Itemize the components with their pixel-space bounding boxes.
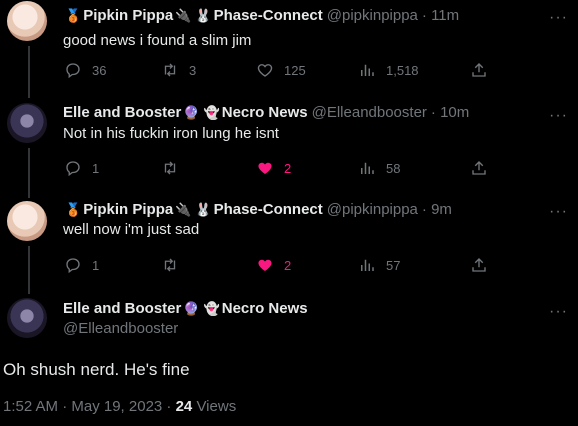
share-button[interactable] <box>470 61 488 84</box>
retweet-button[interactable] <box>161 256 189 274</box>
tweet-time[interactable]: · 9m <box>422 200 452 220</box>
thread-line <box>28 246 30 294</box>
tweet-meta: 1:52 AM · May 19, 2023 · 24 Views <box>3 398 236 415</box>
share-button[interactable] <box>470 159 488 182</box>
views-count: 24 <box>175 398 193 415</box>
retweet-button[interactable]: 3 <box>161 61 196 79</box>
crystal-ball-icon: 🔮 <box>183 105 200 120</box>
views-button[interactable]: 1,518 <box>358 61 419 79</box>
tweet-text: good news i found a slim jim <box>63 32 252 49</box>
author-name[interactable]: Pipkin Pippa <box>83 200 173 220</box>
views-count: 57 <box>386 257 401 273</box>
views-button[interactable]: 58 <box>358 159 400 177</box>
like-count: 2 <box>284 160 292 176</box>
reply-button[interactable]: 1 <box>64 159 99 177</box>
tweet-header: Elle and Booster 🔮 👻 Necro News @Elleand… <box>63 103 469 123</box>
reply-icon <box>66 63 80 79</box>
author-handle[interactable]: @Elleandbooster <box>312 103 427 123</box>
retweet-button[interactable] <box>161 159 189 177</box>
reply-icon <box>66 258 80 274</box>
views-count: 58 <box>386 160 401 176</box>
avatar[interactable] <box>7 201 47 241</box>
tweet-header: 🥉 Pipkin Pippa 🔌 🐰 Phase-Connect @pipkin… <box>63 200 452 220</box>
retweet-icon <box>164 63 176 77</box>
author-handle[interactable]: @Elleandbooster <box>63 320 178 337</box>
like-count: 2 <box>284 257 292 273</box>
crystal-ball-icon: 🔮 <box>183 301 200 316</box>
more-options-button[interactable]: ··· <box>549 304 568 320</box>
author-affiliation[interactable]: Phase-Connect <box>214 200 323 220</box>
retweet-count: 3 <box>189 62 197 78</box>
avatar[interactable] <box>7 298 47 338</box>
views-button[interactable]: 57 <box>358 256 400 274</box>
author-handle[interactable]: @pipkinpippa <box>327 6 418 26</box>
author-affiliation[interactable]: Necro News <box>222 299 308 319</box>
share-icon <box>472 258 486 272</box>
reply-button[interactable]: 1 <box>64 256 99 274</box>
reply-count: 1 <box>92 160 100 176</box>
author-handle[interactable]: @pipkinpippa <box>327 200 418 220</box>
main-tweet-text: Oh shush nerd. He's fine <box>3 360 190 379</box>
tweet-text: Not in his fuckin iron lung he isnt <box>63 125 279 142</box>
author-name[interactable]: Elle and Booster <box>63 103 181 123</box>
views-label: Views <box>196 398 237 415</box>
share-icon <box>472 63 486 77</box>
medal-icon: 🥉 <box>65 8 82 23</box>
tweet-header: 🥉 Pipkin Pippa 🔌 🐰 Phase-Connect @pipkin… <box>63 6 459 26</box>
reply-count: 1 <box>92 257 100 273</box>
retweet-icon <box>164 258 176 272</box>
more-options-button[interactable]: ··· <box>549 108 568 124</box>
analytics-icon <box>361 162 374 174</box>
heart-filled-icon <box>258 162 272 174</box>
like-count: 125 <box>284 62 306 78</box>
ghost-icon: 👻 <box>203 105 220 120</box>
analytics-icon <box>361 259 374 271</box>
medal-icon: 🥉 <box>65 202 82 217</box>
thread-line <box>28 46 30 98</box>
like-button[interactable]: 2 <box>256 256 291 274</box>
thread-line <box>28 148 30 198</box>
avatar[interactable] <box>7 1 47 41</box>
reply-icon <box>66 161 80 177</box>
rabbit-icon: 🐰 <box>195 8 212 23</box>
views-count: 1,518 <box>386 62 419 78</box>
reply-count: 36 <box>92 62 107 78</box>
author-name[interactable]: Pipkin Pippa <box>83 6 173 26</box>
ghost-icon: 👻 <box>203 301 220 316</box>
plug-icon: 🔌 <box>175 202 192 217</box>
like-button[interactable]: 125 <box>256 61 306 79</box>
plug-icon: 🔌 <box>175 8 192 23</box>
rabbit-icon: 🐰 <box>195 202 212 217</box>
reply-button[interactable]: 36 <box>64 61 106 79</box>
tweet-time[interactable]: · 10m <box>431 103 469 123</box>
retweet-icon <box>164 161 176 175</box>
more-options-button[interactable]: ··· <box>549 204 568 220</box>
author-name[interactable]: Elle and Booster <box>63 299 181 319</box>
tweet-time[interactable]: · 11m <box>422 6 459 26</box>
tweet-text: well now i'm just sad <box>63 221 200 238</box>
author-affiliation[interactable]: Phase-Connect <box>214 6 323 26</box>
more-options-button[interactable]: ··· <box>549 10 568 26</box>
analytics-icon <box>361 64 374 76</box>
author-affiliation[interactable]: Necro News <box>222 103 308 123</box>
main-tweet-author: Elle and Booster 🔮 👻 Necro News <box>63 299 308 319</box>
avatar[interactable] <box>7 103 47 143</box>
tweet-timestamp[interactable]: 1:52 AM · May 19, 2023 · <box>3 398 171 415</box>
share-icon <box>472 161 486 175</box>
heart-icon <box>257 64 273 77</box>
heart-filled-icon <box>258 259 272 271</box>
like-button[interactable]: 2 <box>256 159 291 177</box>
share-button[interactable] <box>470 256 488 279</box>
